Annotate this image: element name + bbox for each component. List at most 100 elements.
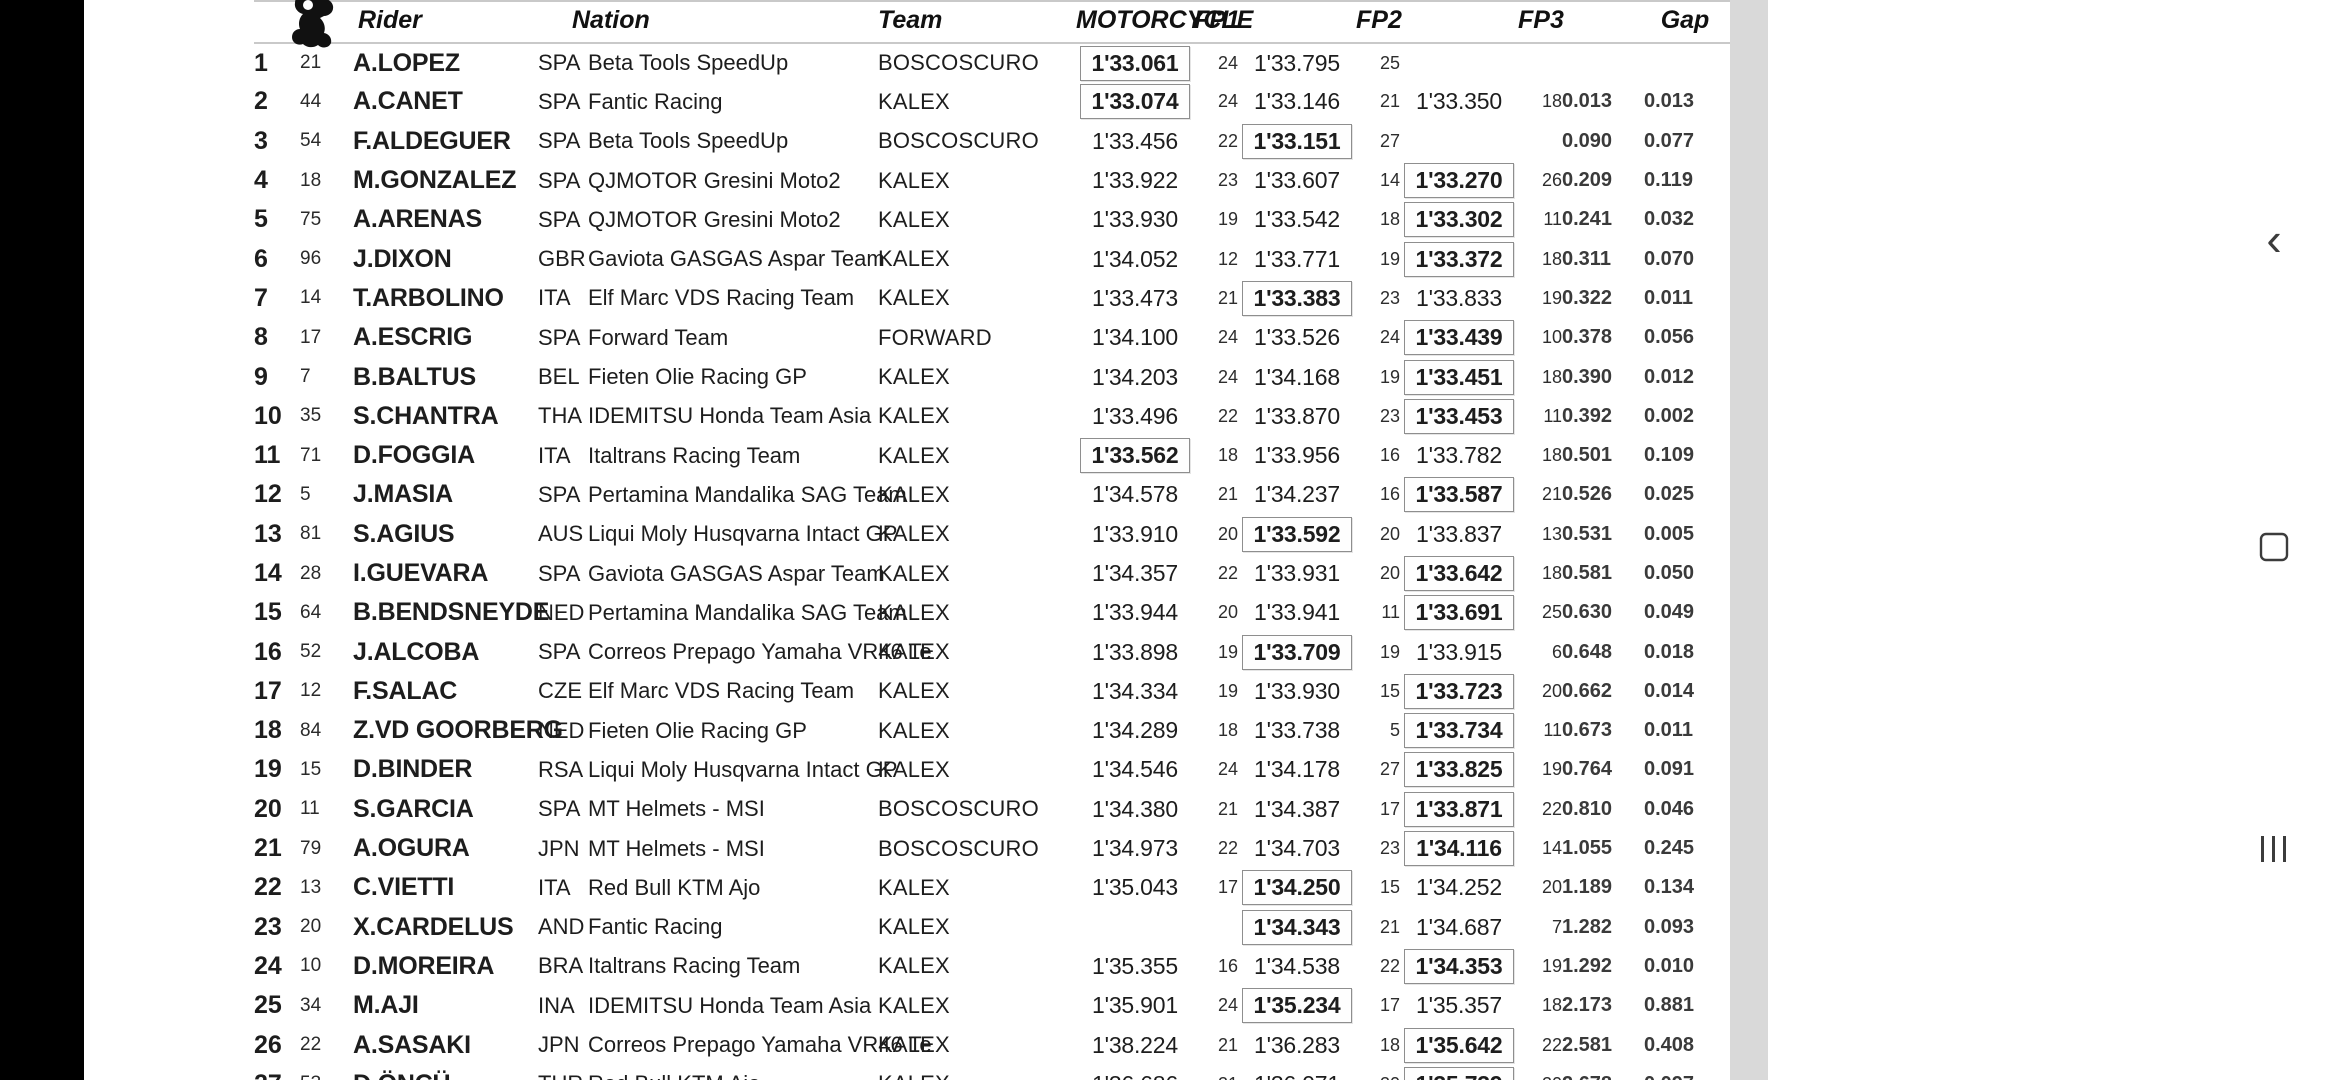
row-position: 26 [254, 1030, 282, 1059]
row-team: Liqui Moly Husqvarna Intact GP [588, 521, 898, 547]
row-fp2-laps: 21 [1379, 916, 1400, 937]
row-number: 54 [300, 130, 322, 152]
table-row[interactable]: 11 71 D.FOGGIA ITA Italtrans Racing Team KALE… [254, 436, 1754, 475]
row-fp1-time: 1'34.546 [1076, 750, 1194, 789]
table-row[interactable]: 22 13 C.VIETTI ITA Red Bull KTM Ajo KALEX 1'35… [254, 868, 1754, 907]
table-row[interactable]: 2753D.ÖNCÜTURRed Bull KTM AjoKALEX 1'36.6… [254, 1065, 1754, 1080]
row-fp3-time: 1'35.357 [1400, 986, 1518, 1025]
header-gap[interactable]: Gap [1644, 0, 1726, 44]
row-fp2-time-value: 1'35.234 [1242, 988, 1352, 1024]
row-fp1-time: 1'33.496 [1076, 397, 1194, 436]
row-fp1-laps: 19 [1217, 641, 1238, 662]
row-team: Fieten Olie Racing GP [588, 717, 807, 743]
table-row[interactable]: 19 15 D.BINDER RSA Liqui Moly Husqvarna Inta… [254, 750, 1754, 789]
row-fp1-time-value: 1'38.224 [1092, 1031, 1178, 1058]
row-fp1-laps: 17 [1217, 877, 1238, 898]
row-fp1-laps: 16 [1217, 955, 1238, 976]
row-fp1-time: 1'33.944 [1076, 593, 1194, 632]
recents-icon[interactable] [2250, 825, 2298, 873]
row-position: 21 [254, 834, 282, 863]
row-fp1-time: 1'34.973 [1076, 829, 1194, 868]
row-fp3-time [1400, 122, 1518, 161]
table-row[interactable]: 4 18 M.GONZALEZ SPA QJMOTOR Gresini Moto2 KAL… [254, 161, 1754, 200]
row-team: Fantic Racing [588, 88, 723, 114]
table-row[interactable]: 26 22 A.SASAKI JPN Correos Prepago Yamaha VR… [254, 1025, 1754, 1064]
header-motorcycle[interactable]: MOTORCYCLE [1076, 0, 1253, 44]
row-fp3-time-value: 1'33.372 [1404, 241, 1514, 277]
row-motorcycle: KALEX [878, 403, 950, 429]
row-fp1-time-value: 1'35.901 [1092, 992, 1178, 1019]
row-fp3-time-value: 1'33.453 [1404, 398, 1514, 434]
row-fp3-time: 1'33.782 [1400, 436, 1518, 475]
table-row[interactable]: 15 64 B.BENDSNEYDE NED Pertamina Mandalika S… [254, 593, 1754, 632]
table-row[interactable]: 16 52 J.ALCOBA SPA Correos Prepago Yamaha VR… [254, 632, 1754, 671]
row-fp1-time: 1'35.901 [1076, 986, 1194, 1025]
row-motorcycle: KALEX [878, 756, 950, 782]
row-gap-previous: 0.077 [1644, 129, 1695, 152]
row-fp1-time [1076, 908, 1194, 947]
table-row[interactable]: 13 81 S.AGIUS AUS Liqui Moly Husqvarna Intac… [254, 515, 1754, 554]
table-row[interactable]: 8 17 A.ESCRIG SPA Forward Team FORWARD 1'34.10… [254, 318, 1754, 357]
row-fp1-time-value: 1'34.203 [1092, 363, 1178, 390]
row-rider-name: D.MOREIRA [353, 951, 495, 980]
row-fp1-time-value: 1'33.898 [1092, 638, 1178, 665]
table-row[interactable]: 12 5 J.MASIA SPA Pertamina Mandalika SAG Tea… [254, 475, 1754, 514]
table-row[interactable]: 1 21 A.LOPEZ SPA Beta Tools SpeedUp BOSCOSCUR… [254, 43, 1754, 82]
row-fp1-time-value: 1'33.944 [1092, 599, 1178, 626]
header-fp2[interactable]: FP2 [1356, 0, 1402, 44]
row-fp2-time: 1'34.250 [1238, 868, 1356, 907]
header-nation[interactable]: Nation [538, 0, 878, 44]
row-motorcycle: KALEX [878, 1032, 950, 1058]
table-row[interactable]: 21 79 A.OGURA JPN MT Helmets - MSI BOSCOSCURO… [254, 829, 1754, 868]
row-gap-leader: 0.311 [1562, 247, 1611, 270]
table-row[interactable]: 20 11 S.GARCIA SPA MT Helmets - MSI BOSCOSCUR… [254, 790, 1754, 829]
table-row[interactable]: 25 34 M.AJI INA IDEMITSU Honda Team Asia KALE… [254, 986, 1754, 1025]
row-fp1-time: 1'33.456 [1076, 122, 1194, 161]
table-row[interactable]: 6 96 J.DIXON GBR Gaviota GASGAS Aspar Team KA… [254, 239, 1754, 278]
row-motorcycle: KALEX [878, 364, 950, 390]
row-fp1-laps: 24 [1217, 366, 1238, 387]
table-row[interactable]: 5 75 A.ARENAS SPA QJMOTOR Gresini Moto2 KALEX… [254, 200, 1754, 239]
table-row[interactable]: 24 10 D.MOREIRA BRA Italtrans Racing Team KAL… [254, 947, 1754, 986]
row-fp1-time-value: 1'34.546 [1092, 756, 1178, 783]
table-row[interactable]: 2 44 A.CANET SPA Fantic Racing KALEX 1'33.074 2… [254, 82, 1754, 121]
table-row[interactable]: 14 28 I.GUEVARA SPA Gaviota GASGAS Aspar Tea… [254, 554, 1754, 593]
row-fp1-laps: 21 [1217, 287, 1238, 308]
row-fp2-time-value: 1'33.526 [1254, 324, 1340, 351]
table-row[interactable]: 18 84 Z.VD GOORBERG NED Fieten Olie Racing G… [254, 711, 1754, 750]
row-fp2-laps: 16 [1379, 484, 1400, 505]
header-fp2-laps [1400, 0, 1518, 44]
row-fp3-time: 1'33.350 [1400, 82, 1518, 121]
row-position: 17 [254, 676, 282, 705]
table-row[interactable]: 3 54 F.ALDEGUER SPA Beta Tools SpeedUp BOSCOS… [254, 122, 1754, 161]
row-team: Beta Tools SpeedUp [588, 50, 789, 76]
row-gap-previous: 0.046 [1644, 797, 1695, 820]
header-fp1[interactable]: FP1 [1194, 0, 1240, 44]
table-row[interactable]: 10 35 S.CHANTRA THA IDEMITSU Honda Team Asia… [254, 397, 1754, 436]
row-fp2-laps: 17 [1379, 798, 1400, 819]
row-fp2-laps: 23 [1379, 405, 1400, 426]
row-fp2-time-value: 1'33.931 [1254, 560, 1340, 586]
row-fp1-laps: 20 [1217, 602, 1238, 623]
header-fp3[interactable]: FP3 [1518, 0, 1564, 44]
row-fp2-laps: 23 [1379, 287, 1400, 308]
row-number: 28 [300, 562, 322, 584]
home-icon[interactable] [2250, 523, 2298, 571]
row-fp2-laps: 11 [1381, 602, 1400, 623]
row-fp2-time: 1'33.941 [1238, 593, 1356, 632]
row-fp2-laps: 25 [1379, 52, 1400, 73]
row-fp3-time-value: 1'33.782 [1416, 442, 1502, 469]
table-row[interactable]: 9 7 B.BALTUS BEL Fieten Olie Racing GP KALEX 1… [254, 357, 1754, 396]
row-fp2-time: 1'34.387 [1238, 790, 1356, 829]
table-row[interactable]: 17 12 F.SALAC CZE Elf Marc VDS Racing Team KA… [254, 672, 1754, 711]
table-row[interactable]: 7 14 T.ARBOLINO ITA Elf Marc VDS Racing Team… [254, 279, 1754, 318]
row-motorcycle: KALEX [878, 560, 950, 586]
header-team[interactable]: Team [878, 0, 1076, 44]
row-position: 2 [254, 87, 268, 116]
row-fp2-time-value: 1'33.870 [1254, 402, 1340, 429]
table-row[interactable]: 23 20 X.CARDELUS AND Fantic Racing KALEX 1'34… [254, 908, 1754, 947]
row-fp3-laps: 18 [1541, 91, 1562, 112]
row-fp1-time: 1'33.922 [1076, 161, 1194, 200]
header-rider[interactable]: Rider [342, 0, 538, 44]
back-icon[interactable]: ‹ [2250, 215, 2298, 263]
